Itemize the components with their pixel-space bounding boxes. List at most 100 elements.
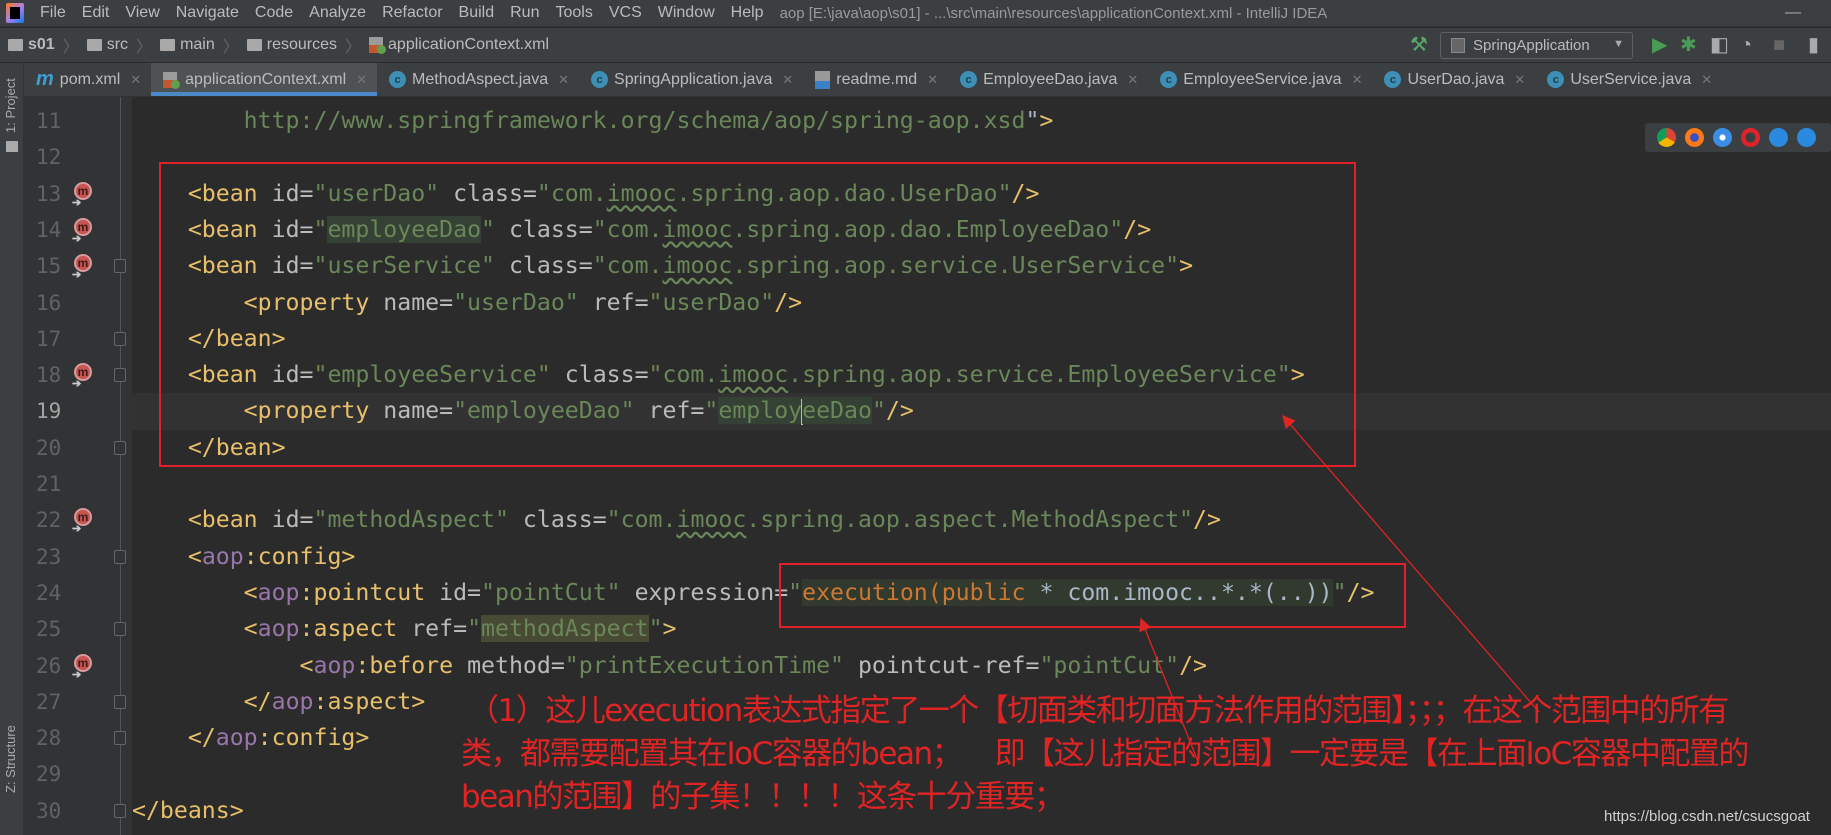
breadcrumb-label: src [106, 36, 129, 53]
breadcrumb-item[interactable]: main 〉 [160, 33, 239, 57]
line-number: 13 [36, 181, 62, 206]
fold-marker-icon[interactable] [114, 368, 126, 383]
code-token: "methodAspect" [313, 506, 523, 534]
code-token: :aspect> [313, 687, 426, 715]
breadcrumb-item[interactable]: src 〉 [86, 33, 152, 57]
coverage-icon[interactable]: ◧ [1710, 33, 1729, 57]
code-token: " [1025, 107, 1040, 134]
project-tool-button[interactable]: 1: Project [3, 78, 18, 133]
project-structure-icon[interactable]: ▮ [1808, 33, 1819, 57]
line-number: 24 [36, 580, 62, 605]
spring-bean-gutter-icon[interactable]: m [72, 254, 92, 281]
close-icon[interactable]: ✕ [782, 72, 793, 88]
structure-tool-button[interactable]: Z: Structure [3, 725, 18, 793]
run-icon[interactable]: ▶ [1652, 33, 1667, 57]
spring-bean-gutter-icon[interactable]: m [72, 653, 92, 681]
tab-label: UserService.java [1570, 70, 1692, 88]
annotation-box-expression [779, 563, 1406, 628]
fold-marker-icon[interactable] [114, 440, 126, 455]
breadcrumb-item[interactable]: applicationContext.xml [369, 36, 549, 54]
menu-navigate[interactable]: Navigate [168, 4, 247, 22]
menu-edit[interactable]: Edit [74, 4, 118, 22]
spring-bean-gutter-icon[interactable]: m [72, 508, 92, 535]
annotation-line: 类，都需要配置其在IoC容器的bean； 即【这儿指定的范围】一定要是【在上面I… [461, 736, 1749, 772]
close-icon[interactable]: ✕ [1701, 72, 1712, 88]
navigation-bar: s01 〉 src 〉 main 〉 resources 〉 applicationContex… [0, 28, 1831, 63]
code-token: aop [215, 724, 258, 752]
ie-icon[interactable] [1769, 128, 1788, 147]
opera-icon[interactable] [1741, 128, 1760, 147]
line-number: 25 [36, 617, 62, 642]
tab-pom-xml[interactable]: m pom.xml ✕ [24, 63, 151, 96]
code-token: :config> [257, 724, 370, 752]
gutter-divider [120, 97, 121, 835]
code-token: </ [132, 687, 272, 715]
tab-readme-md[interactable]: readme.md ✕ [803, 63, 948, 96]
chevron-right-icon: 〉 [345, 39, 362, 56]
menu-code[interactable]: Code [247, 4, 301, 22]
menu-refactor[interactable]: Refactor [374, 4, 450, 22]
spring-bean-gutter-icon[interactable]: m [72, 181, 92, 209]
menu-build[interactable]: Build [451, 4, 503, 22]
debug-icon[interactable]: ✱ [1680, 33, 1697, 57]
build-hammer-icon[interactable]: ⚒ [1410, 33, 1428, 57]
fold-marker-icon[interactable] [114, 549, 126, 564]
code-token: aop [271, 687, 314, 715]
fold-marker-icon[interactable] [114, 259, 126, 274]
menu-window[interactable]: Window [650, 4, 723, 22]
menu-file[interactable]: File [32, 4, 74, 22]
tab-label: UserDao.java [1407, 70, 1505, 88]
fold-marker-icon[interactable] [114, 694, 126, 709]
menu-run[interactable]: Run [502, 4, 547, 22]
fold-marker-icon[interactable] [114, 803, 126, 818]
menu-tools[interactable]: Tools [547, 4, 600, 22]
spring-bean-gutter-icon[interactable]: m [72, 363, 92, 390]
line-number: 18 [36, 363, 62, 388]
close-icon[interactable]: ✕ [356, 72, 367, 88]
menu-items: File Edit View Navigate Code Analyze Refactor B… [32, 4, 772, 22]
close-icon[interactable]: ✕ [558, 72, 569, 88]
close-icon[interactable]: ✕ [927, 72, 938, 88]
breadcrumb-item[interactable]: resources 〉 [246, 33, 362, 57]
breadcrumb-label: main [180, 36, 215, 53]
edge-icon[interactable] [1797, 128, 1816, 147]
menu-view[interactable]: View [117, 4, 167, 22]
tab-label: readme.md [836, 70, 918, 88]
fold-marker-icon[interactable] [114, 622, 126, 637]
code-token: :before [355, 651, 468, 679]
run-configuration-select[interactable]: SpringApplication ▼ [1440, 32, 1633, 59]
fold-marker-icon[interactable] [114, 731, 126, 746]
line-number: 17 [36, 326, 62, 351]
code-token: > [662, 615, 677, 643]
close-icon[interactable]: ✕ [1514, 72, 1525, 88]
close-icon[interactable]: ✕ [1352, 72, 1363, 88]
line-number: 16 [36, 290, 62, 315]
line-number: 19 [36, 399, 62, 424]
menu-analyze[interactable]: Analyze [301, 4, 374, 22]
code-token: "com. [606, 506, 677, 534]
spring-bean-gutter-icon[interactable]: m [72, 217, 92, 245]
fold-marker-icon[interactable] [114, 331, 126, 346]
breadcrumb-item[interactable]: s01 〉 [8, 33, 79, 57]
code-token: " [648, 615, 663, 643]
menu-vcs[interactable]: VCS [601, 4, 650, 22]
tab-springapplication-java[interactable]: c SpringApplication.java ✕ [579, 63, 803, 96]
tab-employeeservice-java[interactable]: c EmployeeService.java ✕ [1148, 63, 1372, 96]
tab-userservice-java[interactable]: c UserService.java ✕ [1535, 63, 1722, 96]
menu-help[interactable]: Help [723, 4, 772, 22]
firefox-icon[interactable] [1685, 128, 1704, 147]
close-icon[interactable]: ✕ [130, 72, 141, 88]
tab-methodaspect-java[interactable]: c MethodAspect.java ✕ [377, 63, 579, 96]
tab-applicationcontext-xml[interactable]: applicationContext.xml ✕ [151, 63, 378, 96]
code-token: > [1039, 107, 1054, 134]
close-icon[interactable]: ✕ [1127, 72, 1138, 88]
minimize-button[interactable]: — [1785, 4, 1801, 22]
markdown-icon [815, 70, 831, 89]
chrome-icon[interactable] [1657, 128, 1676, 147]
profile-icon[interactable]: ◔ [1740, 33, 1752, 57]
tab-employeedao-java[interactable]: c EmployeeDao.java ✕ [948, 63, 1148, 96]
tab-userdao-java[interactable]: c UserDao.java ✕ [1372, 63, 1535, 96]
line-number: 22 [36, 508, 62, 533]
safari-icon[interactable] [1713, 128, 1732, 147]
stop-icon[interactable]: ■ [1773, 33, 1785, 57]
